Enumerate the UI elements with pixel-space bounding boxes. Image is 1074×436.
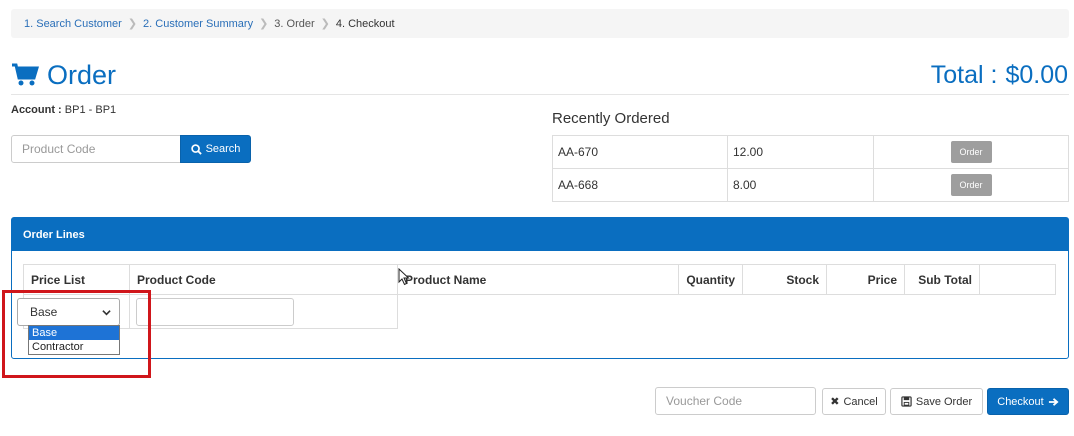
- breadcrumb-chevron-icon: ❯: [259, 18, 269, 30]
- page-title-text: Order: [47, 59, 117, 90]
- recent-quantity: 12.00: [727, 135, 874, 169]
- voucher-code-input[interactable]: [655, 387, 816, 415]
- order-button[interactable]: Order: [950, 174, 992, 196]
- total-value: $0.00: [1005, 60, 1068, 89]
- search-icon: [190, 143, 202, 155]
- search-button-label: Search: [205, 143, 241, 155]
- account-label: Account :: [11, 104, 62, 116]
- page-title: Order: [11, 58, 116, 92]
- column-actions: [979, 264, 1056, 295]
- recent-product-code: AA-668: [552, 168, 728, 202]
- annotation-highlight-box: [2, 290, 151, 378]
- line-product-code-input[interactable]: [136, 298, 294, 326]
- breadcrumb-order: 3. Order: [274, 17, 315, 30]
- cancel-button[interactable]: ✖ Cancel: [822, 388, 886, 415]
- breadcrumb-chevron-icon: ❯: [127, 18, 138, 30]
- checkout-button[interactable]: Checkout: [987, 388, 1069, 415]
- account-value: BP1 - BP1: [64, 104, 117, 116]
- product-code-search-input[interactable]: [11, 135, 181, 163]
- column-product-code: Product Code: [129, 264, 398, 295]
- recently-ordered-title: Recently Ordered: [552, 110, 670, 127]
- table-header-row: Price List Product Code Product Name Qua…: [23, 264, 1056, 295]
- cancel-button-label: Cancel: [843, 395, 878, 408]
- mouse-cursor-icon: [398, 268, 410, 286]
- breadcrumb-chevron-icon: ❯: [320, 18, 330, 30]
- table-row: AA-670 12.00 Order: [552, 135, 1069, 169]
- order-total: Total : $0.00: [931, 58, 1068, 92]
- table-row: AA-668 8.00 Order: [552, 168, 1069, 202]
- column-product-name: Product Name: [397, 264, 679, 295]
- recent-quantity: 8.00: [727, 168, 874, 202]
- close-icon: ✖: [830, 396, 840, 408]
- column-stock: Stock: [742, 264, 827, 295]
- order-lines-title: Order Lines: [12, 218, 1068, 251]
- order-button[interactable]: Order: [950, 141, 992, 163]
- save-order-button[interactable]: Save Order: [890, 388, 983, 415]
- column-price: Price: [826, 264, 905, 295]
- breadcrumb: 1. Search Customer ❯ 2. Customer Summary…: [11, 9, 1069, 38]
- account-info: Account : BP1 - BP1: [11, 104, 116, 116]
- save-icon: [901, 396, 912, 407]
- column-sub-total: Sub Total: [904, 264, 980, 295]
- recently-ordered-table: AA-670 12.00 Order AA-668 8.00 Order: [552, 135, 1069, 202]
- total-label: Total :: [930, 60, 998, 89]
- breadcrumb-search-customer[interactable]: 1. Search Customer: [24, 18, 122, 30]
- cart-icon: [12, 63, 39, 86]
- breadcrumb-checkout: 4. Checkout: [335, 17, 395, 30]
- recent-product-code: AA-670: [552, 135, 728, 169]
- arrow-right-icon: [1048, 397, 1059, 406]
- save-order-label: Save Order: [915, 395, 973, 408]
- order-lines-panel: Order Lines Price List Product Code Prod…: [11, 217, 1069, 359]
- checkout-button-label: Checkout: [997, 395, 1044, 408]
- header-divider: [11, 94, 1069, 95]
- column-quantity: Quantity: [678, 264, 743, 295]
- breadcrumb-customer-summary[interactable]: 2. Customer Summary: [143, 18, 253, 30]
- search-button[interactable]: Search: [180, 135, 251, 163]
